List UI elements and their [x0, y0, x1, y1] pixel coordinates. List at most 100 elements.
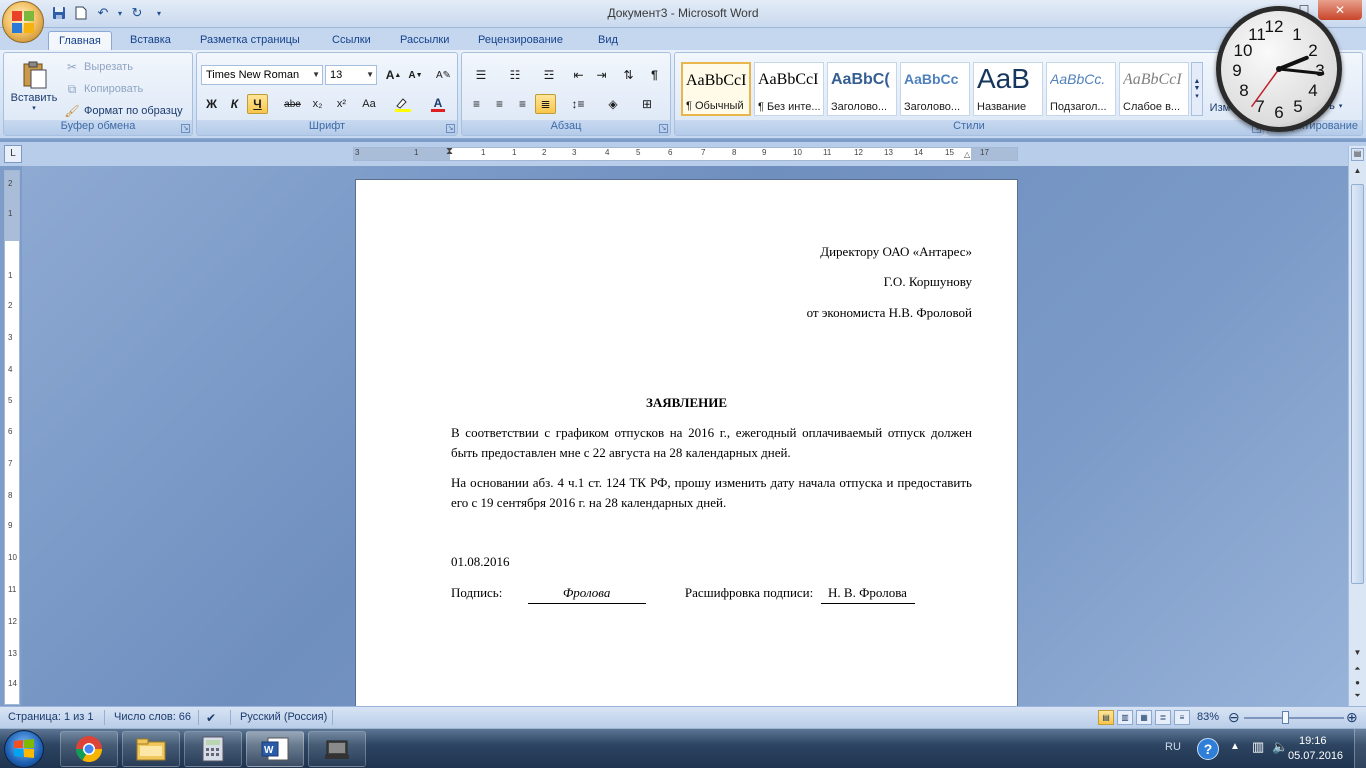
italic-button[interactable]: К [224, 94, 245, 114]
chevron-down-icon: ▼ [366, 70, 374, 79]
ruler-number: 5 [636, 148, 641, 157]
tab-review[interactable]: Рецензирование [468, 31, 573, 50]
full-screen-reading-icon[interactable]: ▥ [1117, 710, 1133, 725]
style-subtitle[interactable]: AaBbCc. Подзагол... [1046, 62, 1116, 116]
cut-button[interactable]: ✂ Вырезать [64, 57, 133, 77]
scroll-thumb[interactable] [1351, 184, 1364, 584]
style-normal[interactable]: AaBbCcI ¶ Обычный [681, 62, 751, 116]
shrink-font-icon[interactable]: A ▼ [405, 65, 426, 85]
tab-view[interactable]: Вид [588, 31, 628, 50]
zoom-level[interactable]: 83% [1197, 711, 1219, 723]
draft-icon[interactable]: ≡ [1174, 710, 1190, 725]
browse-object-icon[interactable]: ● [1351, 678, 1364, 691]
tab-home[interactable]: Главная [48, 31, 112, 50]
style-title[interactable]: AaB Название [973, 62, 1043, 116]
format-painter-button[interactable]: 🖌 Формат по образцу [64, 101, 182, 121]
clipboard-launcher-icon[interactable]: ↘ [181, 124, 190, 133]
paragraph-launcher-icon[interactable]: ↘ [659, 124, 668, 133]
page-count[interactable]: Страница: 1 из 1 [8, 711, 94, 723]
font-name-select[interactable]: Times New Roman ▼ [201, 65, 323, 85]
network-icon[interactable]: ▥ [1252, 739, 1264, 755]
numbering-icon[interactable]: ☷ [500, 65, 530, 85]
chrome-icon[interactable] [60, 731, 118, 767]
show-desktop-button[interactable] [1354, 729, 1366, 768]
clock-time[interactable]: 19:16 [1299, 735, 1327, 747]
recipient-name: Г.О. Коршунову [883, 274, 972, 289]
help-icon[interactable]: ? [1197, 738, 1219, 760]
font-launcher-icon[interactable]: ↘ [446, 124, 455, 133]
justify-icon[interactable]: ≣ [535, 94, 556, 114]
document-page[interactable]: Директору ОАО «Антарес» Г.О. Коршунову о… [355, 179, 1018, 706]
start-button[interactable] [4, 730, 44, 768]
style-heading-1[interactable]: AaBbC( Заголово... [827, 62, 897, 116]
change-case-button[interactable]: Aa [355, 94, 383, 114]
office-button[interactable] [2, 1, 44, 43]
tab-selector-icon[interactable]: L [4, 145, 22, 163]
style-no-spacing[interactable]: AaBbCcI ¶ Без инте... [754, 62, 824, 116]
spellcheck-icon[interactable]: ✔ [206, 711, 216, 725]
explorer-icon[interactable] [122, 731, 180, 767]
previous-page-icon[interactable]: ⏶ [1351, 664, 1364, 677]
multilevel-list-icon[interactable]: ☲ [534, 65, 564, 85]
web-layout-icon[interactable]: ▦ [1136, 710, 1152, 725]
zoom-slider[interactable] [1244, 717, 1344, 719]
horizontal-ruler[interactable]: 3 1 ⧗ 1 1 2 3 4 5 6 7 8 9 10 11 12 13 14… [353, 146, 1018, 161]
increase-indent-icon[interactable]: ⇥ [591, 65, 612, 85]
sort-icon[interactable]: ⇅ [618, 65, 639, 85]
ruler-number: 2 [542, 148, 547, 157]
tray-expand-icon[interactable]: ▲ [1230, 741, 1240, 752]
language-status[interactable]: Русский (Россия) [240, 711, 327, 723]
ruler-toggle-icon[interactable]: ▤ [1351, 148, 1364, 161]
copy-button[interactable]: ⧉ Копировать [64, 79, 144, 99]
right-indent-marker-icon[interactable]: △ [964, 150, 970, 159]
strikethrough-button[interactable]: abe [282, 94, 303, 114]
decrease-indent-icon[interactable]: ⇤ [568, 65, 589, 85]
window-title: Документ3 - Microsoft Word [607, 6, 759, 20]
align-left-icon[interactable]: ≡ [466, 94, 487, 114]
zoom-slider-thumb[interactable] [1282, 711, 1289, 724]
more-styles-icon: ▾ [1195, 93, 1199, 100]
pilcrow-icon[interactable]: ¶ [644, 65, 665, 85]
indent-marker-icon[interactable]: ⧗ [446, 146, 453, 157]
outline-icon[interactable]: ≣ [1155, 710, 1171, 725]
font-size-select[interactable]: 13 ▼ [325, 65, 377, 85]
align-center-icon[interactable]: ≡ [489, 94, 510, 114]
calculator-icon[interactable] [184, 731, 242, 767]
bold-button[interactable]: Ж [201, 94, 222, 114]
font-color-icon[interactable]: A [423, 94, 453, 114]
style-heading-2[interactable]: AaBbCc Заголово... [900, 62, 970, 116]
style-subtle-emphasis[interactable]: AaBbCcI Слабое в... [1119, 62, 1189, 116]
tab-references[interactable]: Ссылки [322, 31, 381, 50]
zoom-in-icon[interactable]: ⊕ [1346, 709, 1358, 726]
scroll-up-icon[interactable]: ▲ [1351, 166, 1364, 179]
language-indicator[interactable]: RU [1165, 741, 1181, 753]
shading-icon[interactable]: ◈ [598, 94, 628, 114]
tab-page-layout[interactable]: Разметка страницы [190, 31, 310, 50]
clock-gadget[interactable]: 12 1 2 3 4 5 6 7 8 9 10 11 [1216, 6, 1342, 132]
highlight-icon[interactable] [389, 94, 419, 114]
app-icon[interactable] [308, 731, 366, 767]
vertical-scrollbar[interactable]: ▤ ▲ ▼ ⏶ ● ⏷ [1348, 146, 1366, 706]
tab-mailings[interactable]: Рассылки [390, 31, 459, 50]
borders-icon[interactable]: ⊞ [632, 94, 662, 114]
bullets-icon[interactable]: ☰ [466, 65, 496, 85]
vertical-ruler[interactable]: 2 1 1 2 3 4 5 6 7 8 9 10 11 12 13 14 [4, 170, 20, 705]
clear-formatting-icon[interactable]: A✎ [433, 65, 454, 85]
underline-button[interactable]: Ч [247, 94, 268, 114]
styles-scroll[interactable]: ▲ ▼ ▾ [1191, 62, 1203, 116]
grow-font-icon[interactable]: A ▲ [383, 65, 404, 85]
word-icon[interactable]: W [246, 731, 304, 767]
subscript-button[interactable]: x₂ [307, 94, 328, 114]
superscript-button[interactable]: x² [331, 94, 352, 114]
clock-date[interactable]: 05.07.2016 [1288, 750, 1343, 762]
next-page-icon[interactable]: ⏷ [1351, 691, 1364, 704]
paste-button[interactable]: Вставить ▾ [7, 56, 61, 116]
print-layout-icon[interactable]: ▤ [1098, 710, 1114, 725]
line-spacing-icon[interactable]: ↕≡ [563, 94, 593, 114]
volume-icon[interactable]: 🔈 [1272, 739, 1288, 755]
word-count[interactable]: Число слов: 66 [114, 711, 191, 723]
zoom-out-icon[interactable]: ⊖ [1228, 709, 1240, 726]
tab-insert[interactable]: Вставка [120, 31, 181, 50]
scroll-down-icon[interactable]: ▼ [1351, 648, 1364, 661]
align-right-icon[interactable]: ≡ [512, 94, 533, 114]
